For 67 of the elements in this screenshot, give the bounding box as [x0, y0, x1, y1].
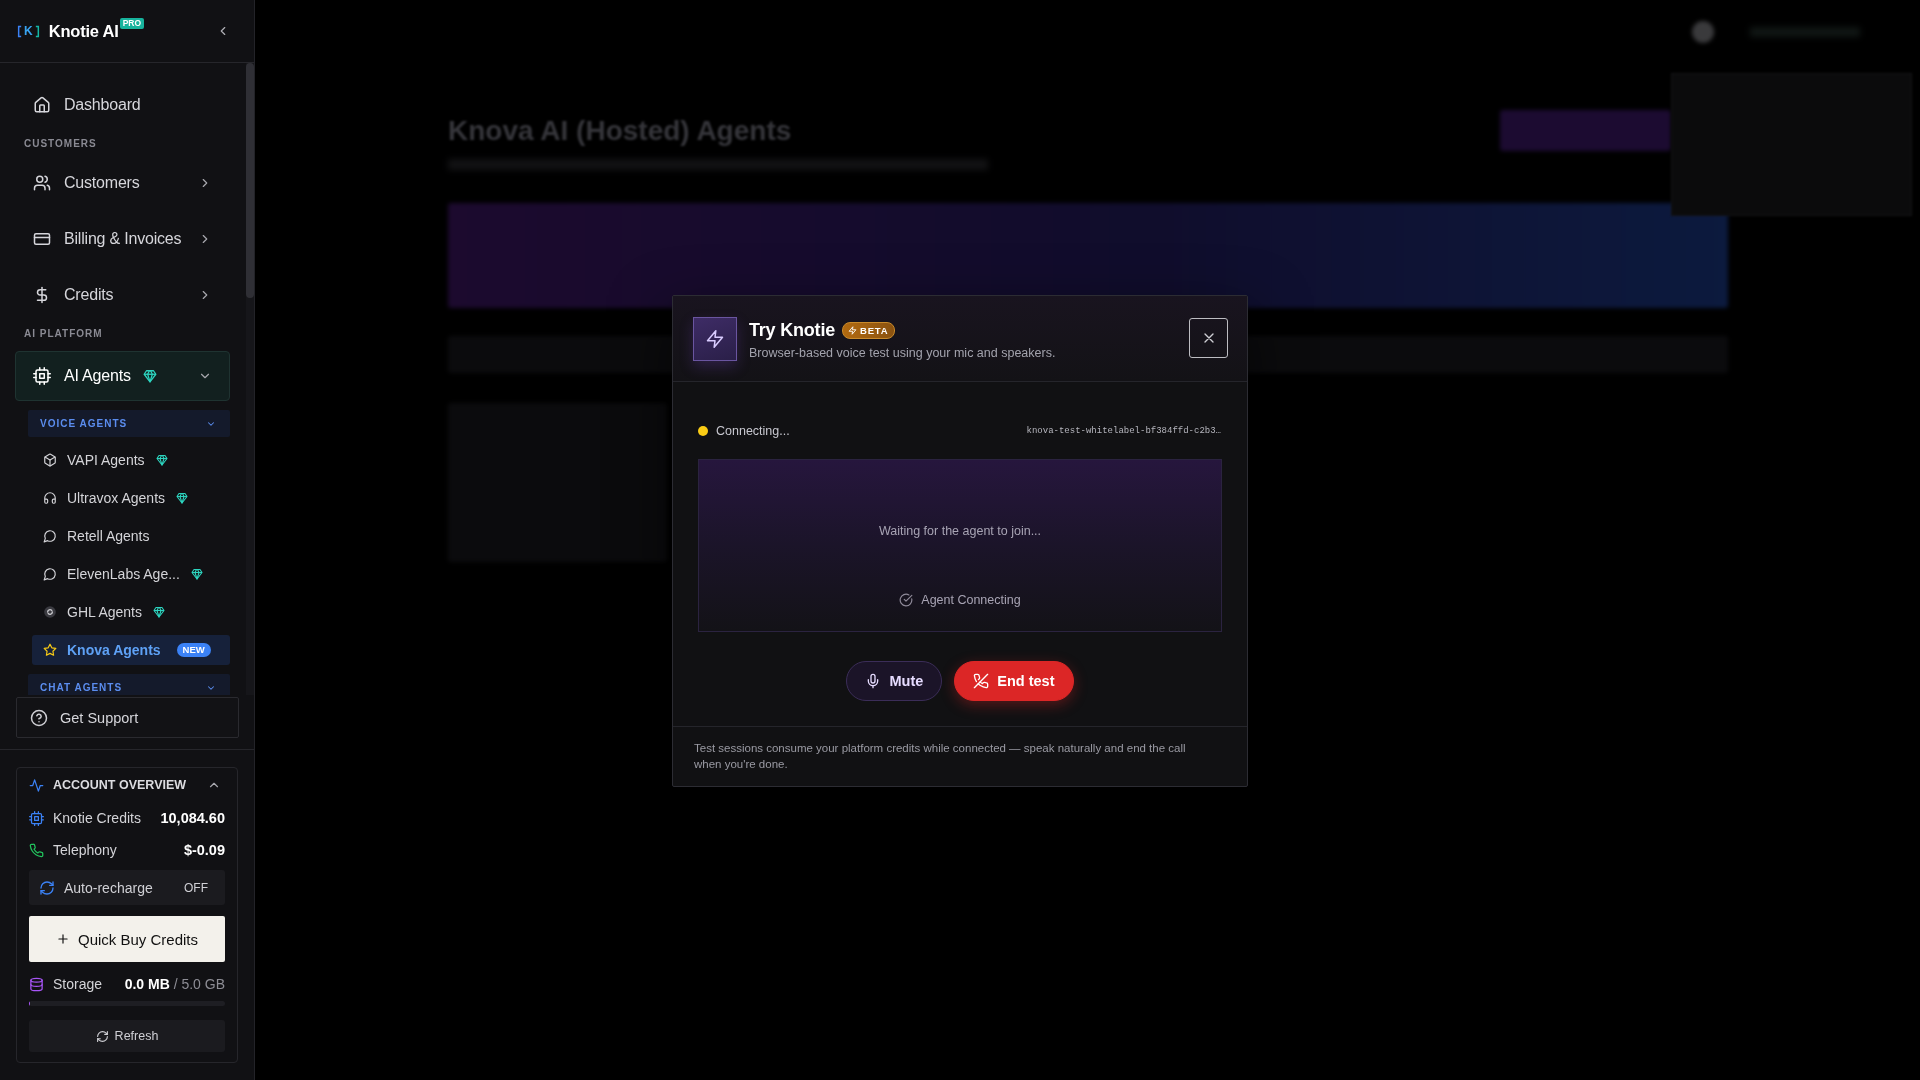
brand-name: Knotie AI	[48, 21, 119, 41]
balance-value: $-0.09	[183, 842, 225, 858]
new-badge: NEW	[176, 643, 211, 657]
lightning-icon	[693, 317, 737, 361]
nav-item[interactable]: AI Agents	[15, 351, 230, 401]
help-icon	[30, 708, 48, 727]
star-icon	[43, 643, 57, 657]
chat-bubble-icon	[43, 567, 57, 581]
sub-nav-item[interactable]: GHL Agents	[32, 597, 230, 627]
end-test-button[interactable]: End test	[954, 661, 1074, 701]
chat-bubble-icon	[43, 529, 57, 543]
panel-title: ACCOUNT OVERVIEW	[53, 778, 187, 792]
headphones-icon	[43, 491, 57, 505]
dialog-subtitle: Browser-based voice test using your mic and speakers.	[749, 346, 1056, 360]
credit-card-icon	[33, 230, 51, 248]
get-support-button[interactable]: Get Support	[16, 697, 239, 738]
nav-item[interactable]: Dashboard	[15, 83, 230, 127]
release-stage-label: BETA	[860, 325, 889, 336]
round-logo-icon	[43, 605, 57, 619]
subgroup-header[interactable]: VOICE AGENTS	[28, 410, 230, 437]
sub-nav-item[interactable]: Ultravox Agents	[32, 483, 230, 513]
nav-item[interactable]: Billing & Invoices	[15, 217, 230, 261]
refresh-icon	[39, 879, 55, 896]
dialog-title: Try Knotie	[749, 320, 835, 341]
connection-status: Connecting...	[716, 424, 790, 438]
chip-icon	[29, 810, 44, 826]
plus-icon	[55, 932, 70, 946]
session-id: knova-test-whitelabel-bf384ffd-c2b3…	[1026, 426, 1221, 436]
scrollbar-thumb[interactable]	[246, 63, 254, 298]
database-icon	[29, 976, 44, 992]
phone-icon	[29, 842, 44, 858]
balance-label: Telephony	[53, 842, 117, 858]
balance-value: 10,084.60	[160, 810, 225, 826]
section-heading: AI PLATFORM	[23, 327, 104, 341]
pro-badge: PRO	[119, 18, 145, 29]
cube-icon	[43, 453, 57, 467]
nav-item[interactable]: Credits	[15, 273, 230, 317]
mute-button[interactable]: Mute	[846, 661, 943, 701]
agent-status: Agent Connecting	[921, 593, 1021, 607]
sub-nav-item[interactable]: ElevenLabs Age...	[32, 559, 230, 589]
sub-nav-item[interactable]: VAPI Agents	[32, 445, 230, 475]
activity-icon	[29, 777, 44, 793]
status-dot-icon	[698, 426, 708, 436]
storage-usage: 0.0 MB / 5.0 GB	[124, 976, 225, 992]
quick-buy-button[interactable]: Quick Buy Credits	[29, 916, 225, 962]
balance-label: Knotie Credits	[53, 810, 141, 826]
footer-note: Test sessions consume your platform credits while connected — speak naturally and end the call when you're done.	[694, 741, 1187, 772]
house-icon	[33, 96, 51, 114]
page-title: Knova AI (Hosted) Agents	[448, 114, 792, 147]
storage-label: Storage	[53, 976, 103, 992]
auto-recharge-toggle[interactable]: Auto-recharge OFF	[29, 870, 225, 905]
users-icon	[33, 174, 51, 192]
refresh-button[interactable]: Refresh	[29, 1020, 225, 1052]
brand-logo: K	[17, 24, 40, 38]
waiting-message: Waiting for the agent to join...	[878, 523, 1042, 540]
section-heading: CUSTOMERS	[23, 137, 98, 151]
close-button[interactable]	[1189, 318, 1228, 358]
nav-item[interactable]: Customers	[15, 161, 230, 205]
blurred-avatar	[1692, 20, 1714, 43]
check-circle-icon	[899, 593, 914, 607]
lightning-icon	[848, 326, 857, 335]
subgroup-header[interactable]: CHAT AGENTS	[28, 674, 230, 695]
sub-nav-item[interactable]: Knova Agents NEW	[32, 635, 230, 665]
phone-off-icon	[973, 673, 990, 689]
chip-icon	[33, 367, 51, 385]
refresh-icon	[95, 1029, 109, 1043]
sub-nav-item[interactable]: Retell Agents	[32, 521, 230, 551]
